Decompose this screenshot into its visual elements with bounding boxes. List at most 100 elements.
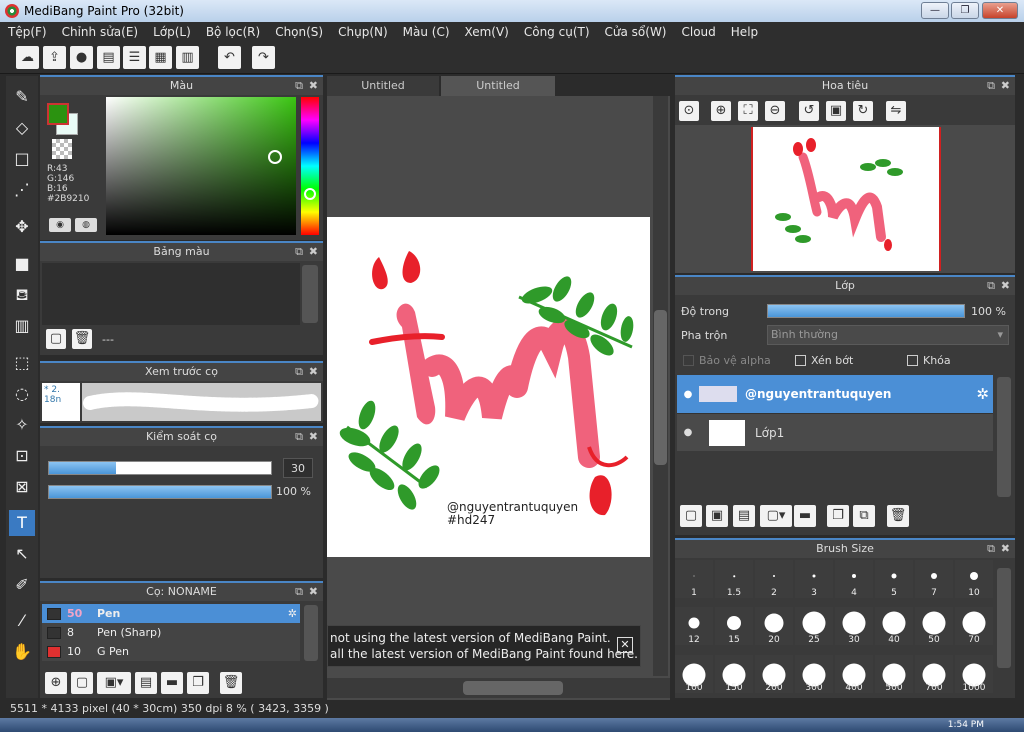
layer-add-menu-icon[interactable]: ▢▾ [760, 505, 792, 527]
brush-size-cell[interactable]: 20 [755, 607, 793, 646]
menu-select[interactable]: Chọn(S) [275, 25, 323, 39]
menu-tools[interactable]: Công cụ(T) [524, 25, 590, 39]
upload-icon[interactable]: ⇪ [43, 46, 66, 69]
close-panel-icon[interactable]: ✖ [309, 363, 318, 381]
brush-size-cell[interactable]: 70 [955, 607, 993, 646]
eyedropper-tool-icon[interactable]: ⁄ [9, 608, 35, 634]
rotate-left-icon[interactable]: ↺ [799, 101, 819, 121]
layer-scrollbar[interactable] [997, 377, 1011, 497]
select-rect-tool-icon[interactable]: ⬚ [9, 350, 35, 376]
zoom-out-icon[interactable]: ⊖ [765, 101, 785, 121]
brush-size-cell[interactable]: 10 [955, 560, 993, 598]
undock-icon[interactable]: ⧉ [295, 77, 303, 95]
brush-size-cell[interactable]: 400 [835, 654, 873, 693]
brush-size-cell[interactable]: 200 [755, 654, 793, 693]
zoom-fit-icon[interactable]: ⊙ [679, 101, 699, 121]
brush-size-cell[interactable]: 5 [875, 560, 913, 598]
transparent-swatch[interactable] [52, 139, 72, 159]
brush-size-scrollbar[interactable] [997, 568, 1011, 668]
undock-icon[interactable]: ⧉ [987, 277, 995, 295]
close-panel-icon[interactable]: ✖ [1001, 540, 1010, 558]
color-mode-icon[interactable]: ◉ [49, 218, 71, 232]
speech-bubble-icon[interactable]: ▤ [97, 46, 120, 69]
brush-size-cell[interactable]: 7 [915, 560, 953, 598]
zoom-in-icon[interactable]: ⊕ [711, 101, 731, 121]
menu-color[interactable]: Màu (C) [403, 25, 450, 39]
clip-checkbox[interactable] [795, 355, 806, 366]
new-layer-icon[interactable]: ▢ [680, 505, 702, 527]
brush-size-cell[interactable]: 25 [795, 607, 833, 646]
brush-size-cell[interactable]: 1 [675, 560, 713, 598]
vertical-scroll-thumb[interactable] [654, 310, 667, 465]
close-panel-icon[interactable]: ✖ [309, 428, 318, 446]
page-icon[interactable]: ☰ [123, 46, 146, 69]
brush-size-cell[interactable]: 100 [675, 654, 713, 693]
brush-size-cell[interactable]: 150 [715, 654, 753, 693]
canvas-vertical-scrollbar[interactable] [653, 96, 668, 676]
trash-icon[interactable]: 🗑 [887, 505, 909, 527]
maximize-button[interactable]: ❐ [951, 2, 979, 19]
undock-icon[interactable]: ⧉ [987, 77, 995, 95]
brush-size-cell[interactable]: 1.5 [715, 560, 753, 598]
brush-size-value[interactable]: 30 [283, 458, 313, 478]
minimize-button[interactable]: — [921, 2, 949, 19]
add-brush-icon[interactable]: ⊕ [45, 672, 67, 694]
fit-window-icon[interactable]: ⛶ [738, 101, 758, 121]
menu-window[interactable]: Cửa sổ(W) [605, 25, 667, 39]
close-button[interactable]: ✕ [982, 2, 1018, 19]
text-tool-icon[interactable]: T [9, 510, 35, 536]
menu-snap[interactable]: Chụp(N) [338, 25, 388, 39]
duplicate-icon[interactable]: ❐ [187, 672, 209, 694]
close-panel-icon[interactable]: ✖ [309, 77, 318, 95]
visibility-icon[interactable]: ● [677, 427, 699, 438]
gear-icon[interactable]: ✲ [288, 607, 297, 620]
menu-help[interactable]: Help [731, 25, 758, 39]
comment-icon[interactable]: ● [70, 46, 93, 69]
redo-icon[interactable]: ↷ [252, 46, 275, 69]
gear-icon[interactable]: ✲ [976, 385, 989, 403]
notification-close-button[interactable]: ✕ [617, 637, 633, 653]
cloud-icon[interactable]: ☁ [16, 46, 39, 69]
move-tool-icon[interactable]: ✥ [9, 214, 35, 240]
navigator-thumbnail[interactable] [751, 127, 941, 271]
sv-picker-handle[interactable] [268, 150, 282, 164]
brush-item[interactable]: 8 Pen (Sharp) [42, 623, 300, 642]
close-panel-icon[interactable]: ✖ [1001, 77, 1010, 95]
select-eraser-tool-icon[interactable]: ⊠ [9, 474, 35, 500]
palette-list[interactable] [42, 263, 300, 325]
gradient-tool-icon[interactable]: ▥ [9, 313, 35, 339]
tab-untitled-1[interactable]: Untitled [327, 76, 439, 96]
undo-icon[interactable]: ↶ [218, 46, 241, 69]
reset-view-icon[interactable]: ▣ [826, 101, 846, 121]
layer-row[interactable]: ● @nguyentrantuquyen ✲ [677, 375, 993, 413]
brush-size-cell[interactable]: 4 [835, 560, 873, 598]
undock-icon[interactable]: ⧉ [987, 540, 995, 558]
undock-icon[interactable]: ⧉ [295, 243, 303, 261]
duplicate-layer-icon[interactable]: ❐ [827, 505, 849, 527]
brush-size-cell[interactable]: 300 [795, 654, 833, 693]
protect-alpha-checkbox[interactable] [683, 355, 694, 366]
grid-layout-icon[interactable]: ▥ [176, 46, 199, 69]
bucket-tool-icon[interactable]: ⛾ [9, 282, 35, 308]
color-add-icon[interactable]: ◍ [75, 218, 97, 232]
new-brush-icon[interactable]: ▢ [71, 672, 93, 694]
lock-checkbox[interactable] [907, 355, 918, 366]
menu-file[interactable]: Tệp(F) [8, 25, 47, 39]
menu-view[interactable]: Xem(V) [465, 25, 509, 39]
close-panel-icon[interactable]: ✖ [1001, 277, 1010, 295]
menu-cloud[interactable]: Cloud [682, 25, 716, 39]
brush-size-cell[interactable]: 500 [875, 654, 913, 693]
eraser-tool-icon[interactable]: ◇ [9, 115, 35, 141]
dot-brush-tool-icon[interactable]: ⋰ [9, 177, 35, 203]
brush-size-cell[interactable]: 2 [755, 560, 793, 598]
select-pen-tool-icon[interactable]: ⊡ [9, 443, 35, 469]
palette-scrollbar[interactable] [302, 265, 318, 323]
menu-layer[interactable]: Lớp(L) [153, 25, 191, 39]
brush-item[interactable]: 10 G Pen [42, 642, 300, 661]
brush-size-cell[interactable]: 40 [875, 607, 913, 646]
brush-tool-icon[interactable]: ✎ [9, 84, 35, 110]
brush-size-cell[interactable]: 15 [715, 607, 753, 646]
brush-size-cell[interactable]: 700 [915, 654, 953, 693]
rotate-right-icon[interactable]: ↻ [853, 101, 873, 121]
brush-menu-icon[interactable]: ▣▾ [97, 672, 131, 694]
